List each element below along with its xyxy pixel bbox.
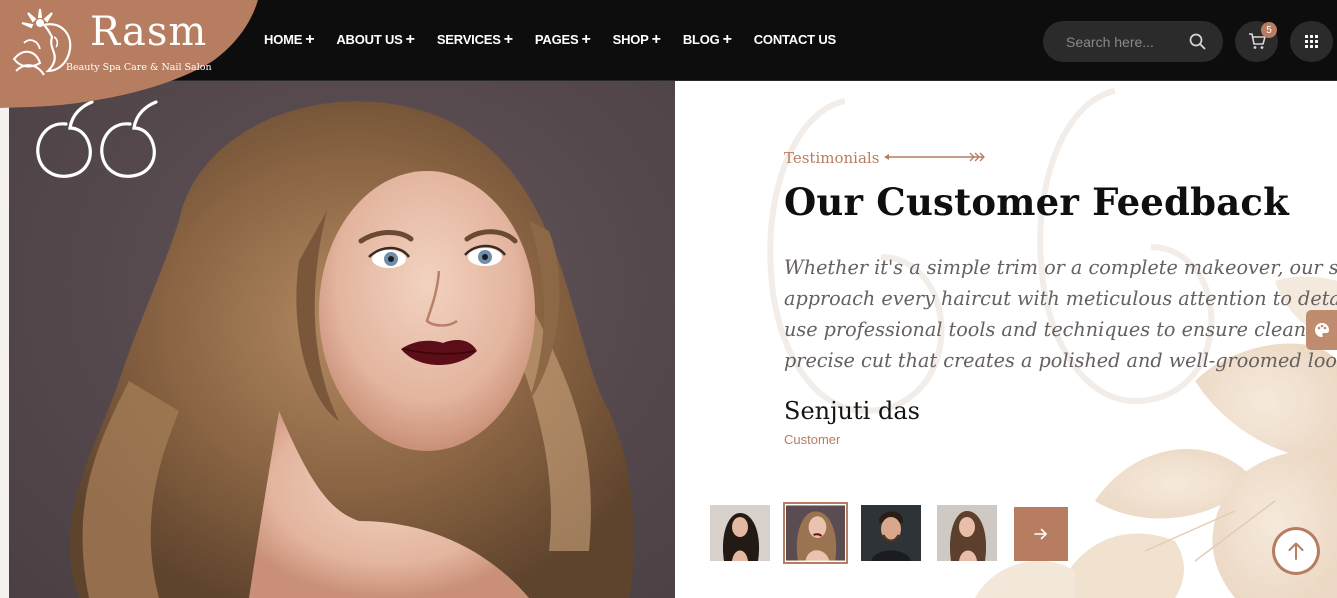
- arrow-decoration-icon: [884, 152, 985, 162]
- arrow-right-icon: [1034, 528, 1047, 540]
- search-box: [1043, 21, 1223, 62]
- nav-item-services[interactable]: SERVICES +: [436, 31, 513, 48]
- nav-item-label: SERVICES: [436, 32, 501, 47]
- thumbnail-image: [786, 505, 845, 561]
- plus-icon: +: [651, 31, 661, 48]
- nav-item-shop[interactable]: SHOP +: [612, 31, 661, 48]
- main-navigation: HOME + ABOUT US + SERVICES + PAGES + SHO…: [264, 31, 858, 48]
- testimonial-thumbnails: [710, 502, 1013, 564]
- plus-icon: +: [581, 31, 591, 48]
- logo-tagline: Beauty Spa Care & Nail Salon: [66, 62, 212, 73]
- nav-item-label: CONTACT US: [753, 32, 836, 47]
- nav-item-label: SHOP: [612, 32, 649, 47]
- plus-icon: +: [405, 31, 415, 48]
- arrow-up-icon: [1288, 542, 1304, 560]
- section-heading: Our Customer Feedback: [784, 180, 1289, 224]
- next-testimonial-button[interactable]: [1014, 507, 1068, 561]
- nav-item-pages[interactable]: PAGES +: [534, 31, 591, 48]
- nav-item-blog[interactable]: BLOG +: [682, 31, 732, 48]
- plus-icon: +: [722, 31, 732, 48]
- grid-icon: [1305, 35, 1318, 48]
- thumbnail-image: [861, 505, 921, 561]
- author-name: Senjuti das: [784, 397, 920, 425]
- quote-line: precise cut that creates a polished and …: [784, 349, 1337, 372]
- thumbnail-1[interactable]: [710, 505, 770, 561]
- thumbnail-4[interactable]: [937, 505, 997, 561]
- nav-item-label: BLOG: [682, 32, 720, 47]
- menu-grid-button[interactable]: [1290, 21, 1333, 62]
- nav-item-label: PAGES: [534, 32, 579, 47]
- thumbnail-3[interactable]: [861, 505, 921, 561]
- search-input[interactable]: [1066, 33, 1176, 50]
- author-role: Customer: [784, 432, 841, 447]
- thumbnail-image: [937, 505, 997, 561]
- palette-icon: [1314, 323, 1329, 337]
- quote-line: use professional tools and techniques to…: [784, 318, 1337, 341]
- cart-count-badge: 5: [1261, 22, 1277, 38]
- plus-icon: +: [503, 31, 513, 48]
- section-eyebrow: Testimonials: [784, 149, 880, 167]
- nav-item-label: ABOUT US: [336, 32, 403, 47]
- nav-item-label: HOME: [264, 32, 303, 47]
- thumbnail-2[interactable]: [783, 502, 848, 564]
- nav-item-home[interactable]: HOME +: [264, 31, 315, 48]
- testimonial-quote: Whether it's a simple trim or a complete…: [784, 252, 1337, 376]
- plus-icon: +: [305, 31, 315, 48]
- thumbnail-image: [710, 505, 770, 561]
- quote-line: Whether it's a simple trim or a complete…: [784, 256, 1337, 279]
- search-icon[interactable]: [1189, 33, 1206, 50]
- nav-item-about-us[interactable]: ABOUT US +: [336, 31, 415, 48]
- style-switcher-tab[interactable]: [1306, 310, 1337, 350]
- page-edge: [0, 81, 9, 598]
- scroll-to-top-button[interactable]: [1272, 527, 1320, 575]
- nav-item-contact-us[interactable]: CONTACT US: [754, 32, 836, 47]
- logo-wordmark[interactable]: Rasm: [90, 12, 207, 52]
- quote-line: approach every haircut with meticulous a…: [784, 287, 1337, 310]
